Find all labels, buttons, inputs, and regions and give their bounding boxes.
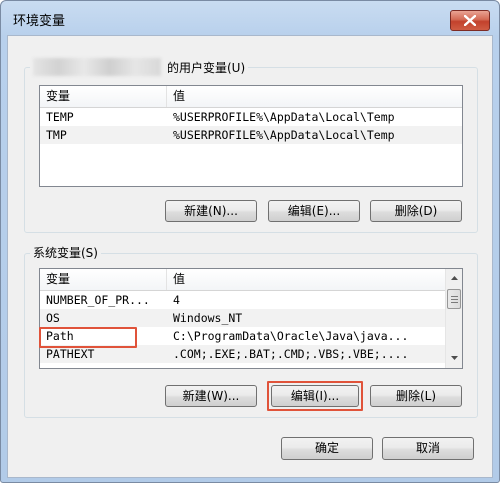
edit-highlight-box [267,381,363,411]
system-variables-label: 系统变量(S) [30,244,101,261]
variable-name: OS [46,311,60,325]
grip-line [451,302,458,303]
column-header-variable[interactable]: 变量 [40,269,167,290]
grip-line [451,296,458,297]
title-bar[interactable]: 环境变量 [1,1,499,35]
variable-value: Windows_NT [173,311,243,325]
system-new-button[interactable]: 新建(W)... [165,385,257,407]
variable-value: %USERPROFILE%\AppData\Local\Temp [173,110,395,124]
system-list-header: 变量 值 [40,269,445,291]
grip-line [451,299,458,300]
column-header-variable[interactable]: 变量 [40,86,167,107]
system-variables-list[interactable]: 变量 值 NUMBER_OF_PR... 4 OS Windows_NT Pat… [39,268,463,369]
close-icon [464,15,476,26]
window-title: 环境变量 [13,14,66,29]
variable-name: NUMBER_OF_PR... [46,293,150,307]
column-header-value[interactable]: 值 [167,269,445,290]
table-row[interactable]: NUMBER_OF_PR... 4 [40,291,445,309]
variable-value: .COM;.EXE;.BAT;.CMD;.VBS;.VBE;.... [173,347,409,361]
column-header-value[interactable]: 值 [167,86,462,107]
variable-value: 4 [173,293,180,307]
user-variables-label: 的用户变量(U) [30,58,249,76]
blurred-username [33,58,161,76]
close-button[interactable] [450,10,490,31]
chevron-up-icon [450,275,458,280]
variable-value: C:\ProgramData\Oracle\Java\java... [173,329,409,343]
dialog-body: 的用户变量(U) 变量 值 TEMP %USERPROFILE%\AppData… [7,35,493,478]
scroll-up-arrow[interactable] [446,269,462,286]
table-row[interactable]: TEMP %USERPROFILE%\AppData\Local\Temp [40,108,462,126]
user-variables-list[interactable]: 变量 值 TEMP %USERPROFILE%\AppData\Local\Te… [39,85,463,187]
user-list-header: 变量 值 [40,86,462,108]
table-row[interactable]: OS Windows_NT [40,309,445,327]
cancel-button[interactable]: 取消 [382,437,474,460]
user-new-button[interactable]: 新建(N)... [165,200,257,222]
path-highlight-box [39,327,137,348]
table-row[interactable]: TMP %USERPROFILE%\AppData\Local\Temp [40,126,462,144]
scroll-thumb[interactable] [447,289,461,309]
environment-variables-dialog: 环境变量 的用户变量(U) 变量 值 TEMP %USERPROFILE%\Ap… [0,0,500,483]
scroll-down-arrow[interactable] [446,349,462,366]
user-delete-button[interactable]: 删除(D) [370,200,462,222]
ok-button[interactable]: 确定 [281,437,373,460]
vertical-scrollbar[interactable] [445,269,462,368]
chevron-down-icon [450,355,458,360]
variable-value: %USERPROFILE%\AppData\Local\Temp [173,128,395,142]
user-variables-label-text: 的用户变量(U) [167,61,246,75]
variable-name: TMP [46,128,67,142]
variable-name: TEMP [46,110,74,124]
system-delete-button[interactable]: 删除(L) [370,385,462,407]
user-edit-button[interactable]: 编辑(E)... [268,200,360,222]
